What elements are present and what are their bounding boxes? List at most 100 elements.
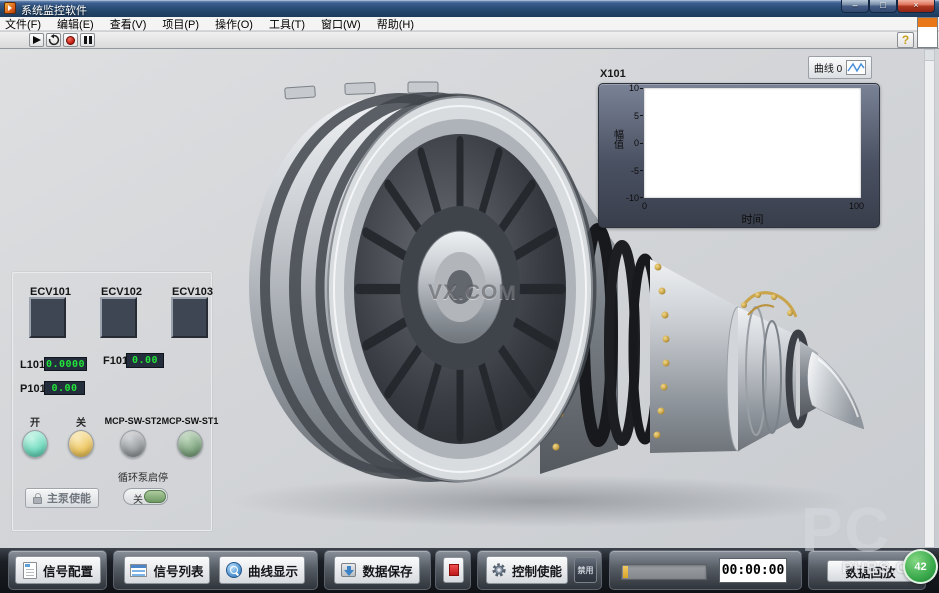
ecv102-indicator[interactable] (100, 297, 137, 338)
menu-bar: 文件(F) 编辑(E) 查看(V) 项目(P) 操作(O) 工具(T) 窗口(W… (0, 17, 939, 31)
menu-operate[interactable]: 操作(O) (215, 16, 253, 32)
progress-bar (621, 564, 707, 580)
group-signal-config: 信号配置 (8, 550, 107, 590)
app-icon (4, 2, 16, 14)
bottom-toolbar: 信号配置 信号列表 曲线显示 数据保存 控制使能 (0, 548, 939, 593)
ytick-n10: -10 (613, 193, 639, 203)
p101-display: 0.00 (44, 381, 85, 395)
signal-config-label: 信号配置 (43, 561, 93, 580)
context-help-button[interactable]: ? (897, 32, 914, 48)
chart-legend[interactable]: 曲线 0 (808, 56, 872, 79)
table-icon (130, 564, 147, 577)
ytick-5: 5 (613, 111, 639, 121)
ytick-10: 10 (613, 83, 639, 93)
group-control-enable: 控制使能 禁用 (477, 550, 602, 590)
curve-display-button[interactable]: 曲线显示 (219, 556, 305, 584)
menu-view[interactable]: 查看(V) (110, 16, 147, 32)
maximize-button[interactable]: □ (869, 0, 897, 13)
f101-display: 0.00 (126, 353, 164, 368)
group-record (435, 550, 471, 590)
run-continuous-button[interactable] (46, 33, 61, 47)
app-window: { "window": { "title": "系统监控软件", "minimi… (0, 0, 939, 593)
magnifier-icon (226, 562, 242, 578)
toolbar (0, 32, 939, 49)
chart-title: X101 (600, 68, 626, 80)
title-bar: 系统监控软件 – □ × (0, 0, 939, 17)
x-axis-label: 时间 (644, 211, 861, 227)
waveform-chart[interactable]: 10 5 0 -5 -10 0 100 幅值 时间 (598, 83, 880, 228)
data-save-label: 数据保存 (362, 561, 412, 580)
signal-list-button[interactable]: 信号列表 (124, 556, 210, 584)
record-red-square-icon (449, 564, 459, 576)
control-enable-label: 控制使能 (512, 561, 562, 580)
pause-icon (84, 36, 92, 44)
group-signal-curve: 信号列表 曲线显示 (113, 550, 318, 590)
gear-icon (492, 563, 506, 577)
xtick-100: 100 (849, 201, 864, 211)
l101-display: 0.0000 (44, 357, 87, 371)
menu-edit[interactable]: 编辑(E) (57, 16, 94, 32)
center-watermark: VX.COM (428, 281, 517, 305)
run-button[interactable] (29, 33, 44, 47)
close-button[interactable]: × (897, 0, 935, 13)
scrollbar-up-icon[interactable] (925, 50, 934, 61)
chart-plot-area (644, 88, 861, 198)
data-save-button[interactable]: 数据保存 (334, 556, 420, 584)
legend-label: 曲线 0 (814, 60, 842, 75)
mcp-sw-st2-label: MCP-SW-ST2 (105, 416, 162, 426)
group-data-save: 数据保存 (324, 550, 431, 590)
control-panel: ECV101 ECV102 ECV103 L101 0.0000 F101 0.… (12, 272, 212, 531)
led-on[interactable] (22, 430, 48, 458)
menu-project[interactable]: 项目(P) (162, 16, 199, 32)
signal-config-button[interactable]: 信号配置 (15, 556, 101, 584)
mcp-sw-st2-switch[interactable] (120, 430, 146, 458)
p101-label: P101 (20, 383, 46, 395)
front-panel: X101 曲线 0 10 5 0 -5 -10 0 100 幅值 时间 ECV1… (0, 49, 939, 548)
pause-button[interactable] (80, 33, 95, 47)
corner-watermark-badge: 42 (903, 549, 938, 584)
ytick-n5: -5 (613, 166, 639, 176)
main-pump-enable-button[interactable]: 主泵使能 (25, 488, 99, 508)
mcp-sw-st1-label: MCP-SW-ST1 (162, 416, 219, 426)
y-axis-label: 幅值 (614, 131, 625, 151)
main-pump-label: 主泵使能 (47, 490, 91, 506)
signal-list-label: 信号列表 (153, 561, 203, 580)
led-off[interactable] (68, 430, 94, 458)
l101-label: L101 (20, 359, 45, 371)
menu-file[interactable]: 文件(F) (5, 16, 41, 32)
window-controls: – □ × (841, 0, 935, 13)
run-arrow-icon (33, 36, 41, 44)
run-continuous-icon (48, 34, 60, 46)
menu-window[interactable]: 窗口(W) (321, 16, 361, 32)
toggle-knob (144, 490, 166, 503)
lock-icon (33, 493, 42, 504)
control-enable-button[interactable]: 控制使能 (486, 556, 568, 584)
f101-label: F101 (103, 355, 128, 367)
led-off-label: 关 (76, 414, 86, 429)
progress-fill (623, 566, 628, 578)
stop-icon (66, 36, 75, 45)
toggle-state-label: 关 (133, 491, 143, 506)
minimize-button[interactable]: – (841, 0, 869, 13)
group-progress-timer: 00:00:00 (609, 550, 802, 590)
elapsed-timer: 00:00:00 (719, 558, 787, 583)
waveform-icon (846, 60, 866, 75)
stop-button[interactable] (63, 33, 78, 47)
cycle-pump-label: 循环泵启停 (118, 469, 168, 484)
menu-help[interactable]: 帮助(H) (377, 16, 414, 32)
save-icon (341, 563, 356, 577)
ecv103-indicator[interactable] (171, 297, 208, 338)
record-button[interactable] (443, 557, 464, 583)
curve-display-label: 曲线显示 (248, 561, 298, 580)
cycle-pump-toggle[interactable]: 关 (123, 488, 168, 505)
vi-icon-pane (917, 17, 938, 48)
menu-tools[interactable]: 工具(T) (269, 16, 305, 32)
document-icon (23, 562, 37, 579)
mcp-sw-st1-switch[interactable] (177, 430, 203, 458)
ecv101-indicator[interactable] (29, 297, 66, 338)
led-on-label: 开 (30, 414, 40, 429)
vertical-scrollbar[interactable] (924, 49, 935, 548)
corner-watermark-letters: PC (801, 500, 891, 562)
disable-state-button[interactable]: 禁用 (574, 557, 597, 583)
xtick-0: 0 (642, 201, 647, 211)
